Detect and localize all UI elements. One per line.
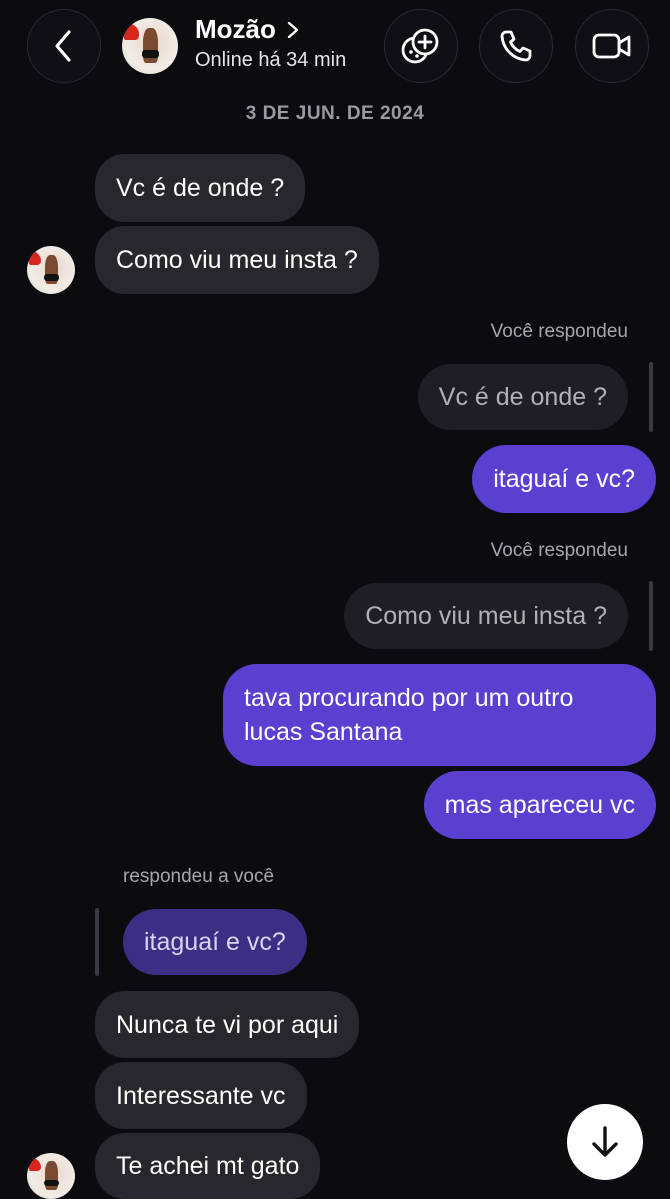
back-button[interactable] (27, 9, 101, 83)
chevron-right-icon (287, 21, 299, 38)
message-incoming[interactable]: Interessante vc (95, 1062, 307, 1129)
quoted-message[interactable]: itaguaí e vc? (123, 909, 307, 975)
contact-info[interactable]: Mozão Online há 34 min (195, 14, 375, 72)
quoted-message[interactable]: Como viu meu insta ? (344, 583, 628, 649)
sticker-effects-icon (401, 28, 439, 64)
contact-avatar[interactable] (122, 18, 178, 74)
message-incoming[interactable]: Vc é de onde ? (95, 154, 306, 222)
chevron-left-icon (55, 30, 71, 62)
sender-avatar (27, 1153, 75, 1199)
video-call-button[interactable] (575, 9, 649, 83)
message-outgoing[interactable]: mas apareceu vc (423, 771, 656, 839)
reply-label: Você respondeu (490, 540, 628, 561)
message-outgoing[interactable]: tava procurando por um outro lucas Santa… (223, 664, 656, 766)
voice-call-button[interactable] (479, 9, 553, 83)
reply-label: Você respondeu (490, 321, 628, 342)
message-incoming[interactable]: Como viu meu insta ? (95, 226, 379, 294)
arrow-down-icon (592, 1126, 618, 1157)
quote-bar (649, 362, 653, 432)
message-incoming[interactable]: Nunca te vi por aqui (95, 991, 360, 1058)
quote-bar (649, 581, 653, 651)
sender-avatar (27, 246, 75, 294)
effects-button[interactable] (384, 9, 458, 83)
message-outgoing[interactable]: itaguaí e vc? (472, 445, 656, 513)
contact-name: Mozão (195, 14, 276, 44)
contact-status: Online há 34 min (195, 49, 347, 71)
scroll-to-bottom-button[interactable] (567, 1104, 643, 1180)
date-separator: 3 DE JUN. DE 2024 (245, 103, 425, 124)
quoted-message[interactable]: Vc é de onde ? (417, 364, 628, 430)
message-incoming[interactable]: Te achei mt gato (95, 1133, 321, 1199)
video-camera-icon (592, 33, 631, 59)
reply-label: respondeu a você (123, 866, 275, 887)
quote-bar (95, 908, 99, 976)
phone-icon (500, 30, 532, 62)
